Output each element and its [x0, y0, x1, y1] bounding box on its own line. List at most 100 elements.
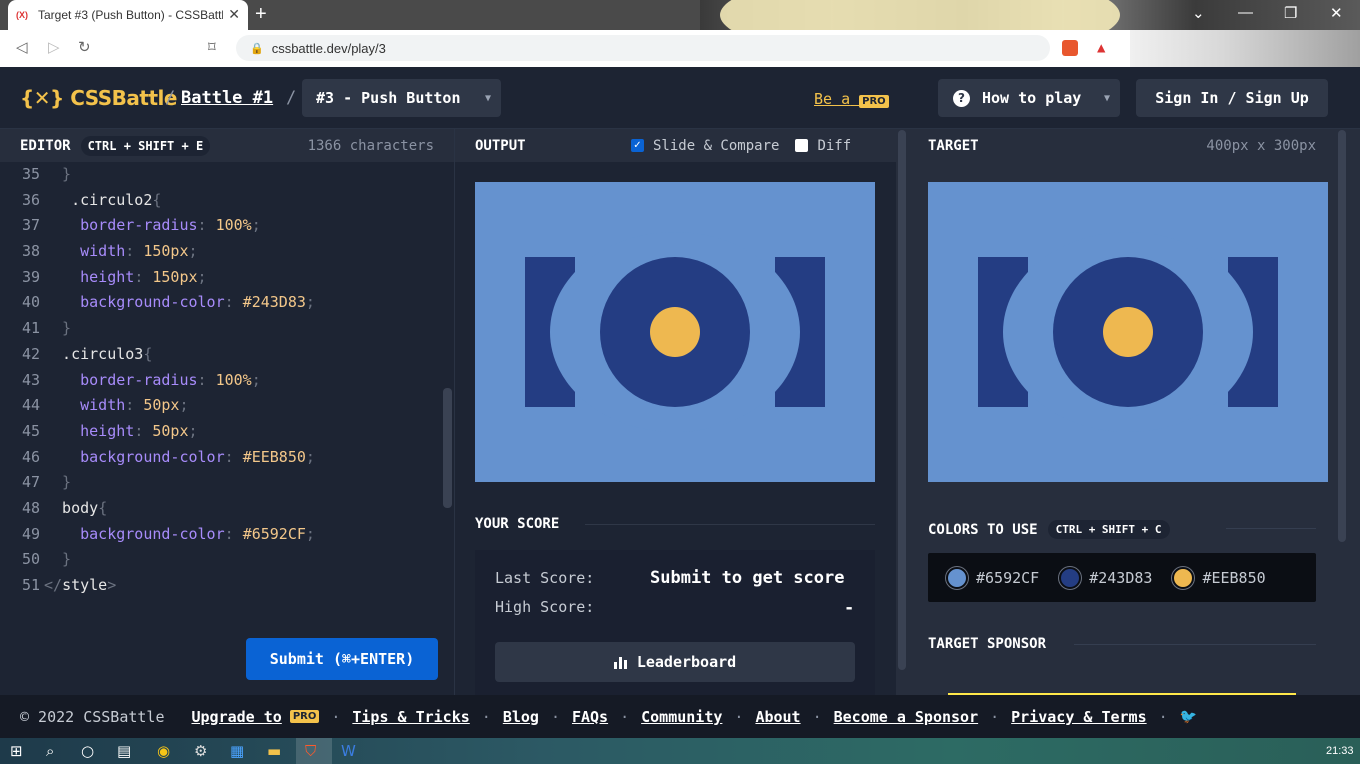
color-hex[interactable]: #6592CF: [976, 569, 1039, 587]
high-score-label: High Score:: [495, 598, 595, 616]
editor-shortcut: CTRL + SHIFT + E: [80, 135, 211, 156]
submit-button[interactable]: Submit (⌘+ENTER): [246, 638, 438, 680]
color-hex[interactable]: #243D83: [1089, 569, 1152, 587]
chrome-icon[interactable]: ◉: [157, 742, 170, 760]
new-tab-button[interactable]: +: [255, 3, 267, 26]
footer-link-sponsor[interactable]: Become a Sponsor: [834, 708, 979, 726]
code-line: </style>: [44, 576, 117, 594]
code-line: }: [44, 319, 72, 338]
color-swatch[interactable]: [1059, 566, 1082, 589]
minimize-button[interactable]: —: [1238, 4, 1253, 21]
pro-badge: PRO: [859, 95, 889, 108]
forward-icon[interactable]: ▷: [48, 38, 60, 56]
code-line: width: 50px;: [80, 396, 189, 415]
code-line: height: 150px;: [80, 267, 207, 286]
footer-separator: ·: [812, 707, 822, 726]
twitter-icon[interactable]: 🐦: [1180, 709, 1197, 725]
last-score-label: Last Score:: [495, 569, 595, 587]
url-text: cssbattle.dev/play/3: [271, 40, 386, 56]
task-view-icon[interactable]: ▤: [117, 742, 131, 760]
breadcrumb-separator: /: [286, 88, 297, 108]
brave-icon[interactable]: ⛉: [305, 742, 316, 760]
slide-compare-checkbox[interactable]: ✓: [631, 139, 644, 152]
output-scrollbar[interactable]: [898, 130, 906, 670]
line-number: 41: [21, 319, 40, 338]
url-bar[interactable]: 🔒 cssbattle.dev/play/3: [236, 35, 1050, 61]
code-content[interactable]: } .circulo2{ border-radius: 100%; width:…: [44, 162, 315, 599]
diff-checkbox[interactable]: [795, 139, 809, 152]
footer-link-about[interactable]: About: [755, 708, 800, 726]
footer-link-community[interactable]: Community: [641, 708, 722, 726]
brave-rewards-icon[interactable]: ▲: [1097, 40, 1115, 56]
editor-scrollbar[interactable]: [443, 388, 452, 508]
inner-circle: [1103, 307, 1153, 357]
how-to-play-button[interactable]: ? How to play ▼: [938, 79, 1120, 117]
color-swatch[interactable]: [1172, 566, 1195, 589]
cssbattle-logo[interactable]: {✕} CSSBattle: [20, 86, 177, 110]
footer-separator: ·: [734, 707, 744, 726]
code-editor[interactable]: 35 36 37 38 39 40 41 42 43 44 45 46 47 4…: [0, 162, 454, 695]
restore-button[interactable]: ❐: [1284, 4, 1297, 22]
footer-link-privacy[interactable]: Privacy & Terms: [1011, 708, 1146, 726]
bookmark-icon[interactable]: ⌑: [208, 38, 216, 56]
app-icon[interactable]: ⚙: [194, 742, 207, 760]
target-canvas[interactable]: [928, 182, 1328, 482]
upgrade-link[interactable]: Upgrade to: [192, 708, 282, 726]
code-line: .circulo2{: [44, 190, 162, 209]
divider-line: [1074, 644, 1316, 645]
output-canvas[interactable]: [475, 182, 875, 482]
divider-line: [585, 524, 875, 525]
footer-link-blog[interactable]: Blog: [503, 708, 539, 726]
color-hex[interactable]: #EEB850: [1202, 569, 1265, 587]
color-palette: #6592CF #243D83 #EEB850: [928, 553, 1316, 602]
line-number: 48: [21, 498, 40, 517]
footer-separator: ·: [620, 707, 630, 726]
close-window-button[interactable]: ✕: [1330, 4, 1343, 22]
target-size: 400px x 300px: [1206, 137, 1316, 154]
footer-link-tips[interactable]: Tips & Tricks: [352, 708, 469, 726]
windows-start-icon[interactable]: ⊞: [10, 742, 23, 760]
breadcrumb-separator: /: [165, 88, 176, 108]
folder-icon[interactable]: ▬: [267, 742, 281, 760]
target-select[interactable]: #3 - Push Button ▼: [302, 79, 501, 117]
target-select-label: #3 - Push Button: [316, 89, 461, 107]
toolbar-extensions-area: [1130, 30, 1360, 67]
output-header: OUTPUT ✓ Slide & Compare Diff: [455, 129, 896, 162]
question-icon: ?: [953, 89, 970, 107]
line-number: 50: [21, 550, 40, 569]
tab-title: Target #3 (Push Button) - CSSBattle: [38, 8, 223, 22]
be-a-pro-link[interactable]: Be a PRO: [814, 90, 889, 108]
footer-separator: ·: [550, 707, 560, 726]
diff-label[interactable]: Diff: [817, 138, 851, 154]
footer-separator: ·: [331, 707, 341, 726]
slide-compare-label[interactable]: Slide & Compare: [653, 138, 779, 154]
store-icon[interactable]: ▦: [230, 742, 244, 760]
editor-header: EDITOR CTRL + SHIFT + E 1366 characters: [0, 129, 454, 162]
output-title: OUTPUT: [475, 137, 526, 154]
char-count: 1366 characters: [307, 137, 434, 154]
last-score-value: Submit to get score: [650, 568, 845, 588]
code-line: }: [44, 473, 72, 492]
lock-icon: 🔒: [250, 42, 264, 55]
sign-in-button[interactable]: Sign In / Sign Up: [1136, 79, 1328, 117]
close-tab-icon[interactable]: ✕: [228, 6, 240, 23]
cortana-icon[interactable]: ○: [81, 742, 94, 760]
back-icon[interactable]: ◁: [16, 38, 28, 56]
leaderboard-button[interactable]: Leaderboard: [495, 642, 855, 682]
footer-separator: ·: [481, 707, 491, 726]
battle-link[interactable]: Battle #1: [181, 88, 273, 108]
target-scrollbar[interactable]: [1338, 130, 1346, 542]
reload-icon[interactable]: ↻: [78, 38, 91, 56]
word-icon[interactable]: W: [341, 742, 356, 760]
copyright: © 2022 CSSBattle: [20, 707, 165, 726]
footer-link-faqs[interactable]: FAQs: [572, 708, 608, 726]
browser-tab[interactable]: (X) Target #3 (Push Button) - CSSBattle …: [8, 0, 248, 30]
line-number: 43: [21, 370, 40, 389]
tab-search-icon[interactable]: ⌄: [1192, 4, 1205, 22]
line-number: 39: [21, 267, 40, 286]
color-swatch[interactable]: [946, 566, 968, 589]
sponsor-title: TARGET SPONSOR: [928, 636, 1047, 652]
sponsor-banner[interactable]: [928, 676, 1316, 695]
brave-shield-icon[interactable]: [1062, 40, 1078, 56]
search-icon[interactable]: ⌕: [46, 742, 54, 760]
